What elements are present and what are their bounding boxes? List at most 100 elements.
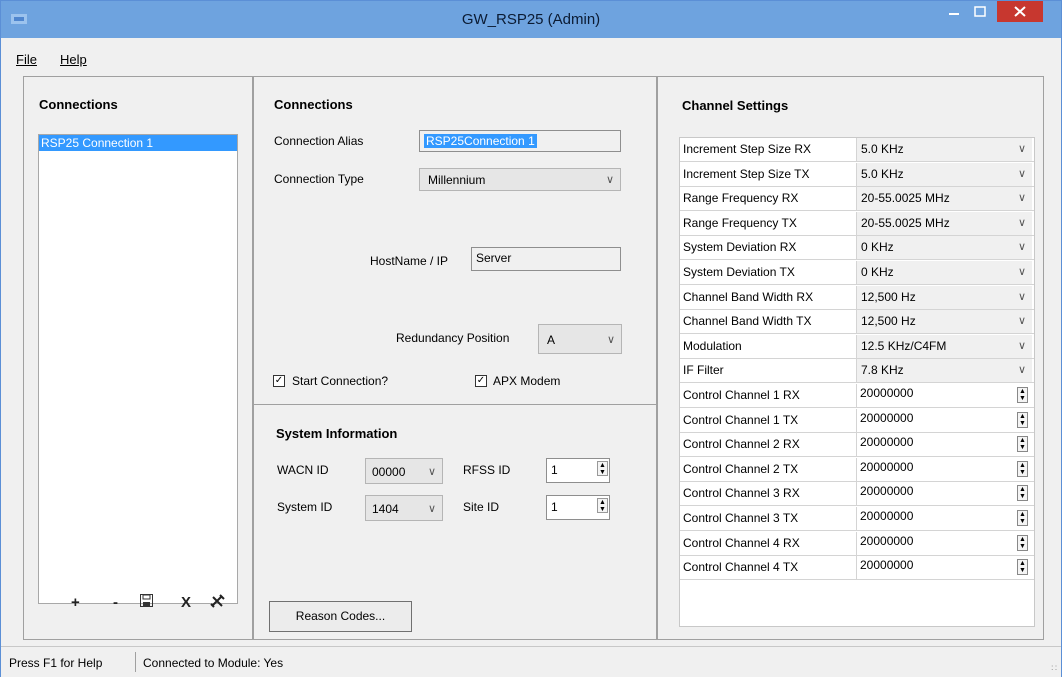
spinner-arrows-icon[interactable]: ▲ ▼: [1017, 485, 1028, 502]
setting-name: IF Filter: [683, 363, 724, 378]
connections-list-heading: Connections: [39, 97, 118, 112]
table-row: Control Channel 2 RX 20000000 ▲ ▼: [680, 433, 1034, 458]
setting-value-spinner[interactable]: 20000000 ▲ ▼: [857, 482, 1032, 506]
spinner-arrows-icon[interactable]: ▲ ▼: [1017, 387, 1028, 403]
connection-alias-field[interactable]: RSP25Connection 1: [419, 130, 621, 152]
system-id-select[interactable]: 1404 ∨: [365, 495, 443, 521]
close-button[interactable]: [997, 1, 1043, 22]
setting-value: 5.0 KHz: [861, 142, 904, 156]
connection-alias-value: RSP25Connection 1: [424, 134, 537, 148]
chevron-down-icon: ∨: [605, 174, 614, 186]
save-icon[interactable]: [140, 594, 153, 611]
connection-settings-heading: Connections: [274, 97, 353, 112]
table-row: Control Channel 3 RX 20000000 ▲ ▼: [680, 482, 1034, 507]
spinner-arrows-icon[interactable]: ▲ ▼: [1017, 534, 1028, 551]
rfss-id-spinner[interactable]: 1 ▲ ▼: [546, 458, 610, 483]
apx-modem-label: APX Modem: [493, 374, 561, 388]
table-row: Channel Band Width RX 12,500 Hz ∨: [680, 285, 1034, 310]
setting-value-select[interactable]: 0 KHz ∨: [857, 236, 1032, 260]
site-id-label: Site ID: [463, 500, 500, 514]
chevron-down-icon: ∨: [1017, 290, 1026, 303]
table-row: Control Channel 2 TX 20000000 ▲ ▼: [680, 457, 1034, 482]
menu-file[interactable]: File: [16, 52, 37, 67]
setting-value: 20000000: [860, 558, 914, 573]
setting-value-select[interactable]: 5.0 KHz ∨: [857, 162, 1032, 186]
maximize-button[interactable]: [967, 1, 993, 22]
wacn-id-select[interactable]: 00000 ∨: [365, 458, 443, 484]
setting-name: Increment Step Size RX: [683, 142, 812, 156]
menu-help[interactable]: Help: [60, 52, 87, 67]
tools-icon[interactable]: [210, 594, 225, 612]
title-bar[interactable]: GW_RSP25 (Admin): [1, 1, 1061, 38]
connection-type-select[interactable]: Millennium ∨: [419, 168, 621, 191]
setting-value-select[interactable]: 20-55.0025 MHz ∨: [857, 211, 1032, 235]
setting-value-select[interactable]: 5.0 KHz ∨: [857, 138, 1032, 161]
setting-value: 0 KHz: [861, 240, 894, 255]
setting-value-select[interactable]: 12.5 KHz/C4FM ∨: [857, 334, 1032, 358]
start-connection-checkbox[interactable]: ✓: [273, 375, 285, 387]
connection-alias-label: Connection Alias: [274, 134, 364, 148]
setting-name: Modulation: [683, 338, 742, 353]
resize-grip-icon[interactable]: ∷: [1051, 663, 1057, 674]
setting-value: 20000000: [860, 533, 914, 548]
minimize-button[interactable]: [941, 1, 967, 22]
setting-value-select[interactable]: 12,500 Hz ∨: [857, 310, 1032, 334]
setting-value: 12,500 Hz: [861, 314, 916, 329]
setting-value-spinner[interactable]: 20000000 ▲ ▼: [857, 384, 1032, 407]
connections-listbox[interactable]: RSP25 Connection 1: [38, 134, 238, 604]
setting-name: Control Channel 4 RX: [683, 535, 800, 550]
table-row: IF Filter 7.8 KHz ∨: [680, 359, 1034, 384]
setting-name: System Deviation TX: [683, 265, 795, 279]
reason-codes-button[interactable]: Reason Codes...: [269, 601, 412, 632]
chevron-down-icon: ∨: [1017, 364, 1026, 377]
setting-value: 0 KHz: [861, 265, 894, 279]
system-information-heading: System Information: [276, 426, 398, 441]
chevron-down-icon: ∨: [1017, 216, 1026, 229]
spinner-arrows-icon[interactable]: ▲ ▼: [1017, 411, 1028, 428]
setting-value-select[interactable]: 20-55.0025 MHz ∨: [857, 187, 1032, 211]
spinner-arrows-icon[interactable]: ▲ ▼: [1017, 510, 1028, 526]
setting-value-spinner[interactable]: 20000000 ▲ ▼: [857, 556, 1032, 580]
setting-value-spinner[interactable]: 20000000 ▲ ▼: [857, 433, 1032, 457]
spinner-arrows-icon[interactable]: ▲ ▼: [597, 498, 608, 513]
setting-value: 20-55.0025 MHz: [861, 215, 950, 230]
setting-value-spinner[interactable]: 20000000 ▲ ▼: [857, 408, 1032, 432]
site-id-spinner[interactable]: 1 ▲ ▼: [546, 495, 610, 520]
table-row: System Deviation RX 0 KHz ∨: [680, 236, 1034, 261]
setting-value-select[interactable]: 7.8 KHz ∨: [857, 359, 1032, 383]
setting-value-select[interactable]: 12,500 Hz ∨: [857, 285, 1032, 309]
spinner-arrows-icon[interactable]: ▲ ▼: [597, 461, 608, 476]
remove-connection-button[interactable]: -: [113, 594, 118, 611]
spinner-arrows-icon[interactable]: ▲ ▼: [1017, 460, 1028, 477]
rfss-id-value: 1: [551, 463, 558, 477]
setting-value: 20000000: [860, 484, 914, 499]
setting-value-select[interactable]: 0 KHz ∨: [857, 261, 1032, 284]
setting-name: Control Channel 2 RX: [683, 437, 800, 452]
wacn-id-value: 00000: [372, 465, 406, 479]
setting-value-spinner[interactable]: 20000000 ▲ ▼: [857, 507, 1032, 530]
hostname-field[interactable]: Server: [471, 247, 621, 271]
add-connection-button[interactable]: +: [71, 594, 80, 611]
chevron-down-icon: ∨: [427, 503, 436, 515]
apx-modem-checkbox[interactable]: ✓: [475, 375, 487, 387]
table-row: System Deviation TX 0 KHz ∨: [680, 261, 1034, 285]
setting-name: Range Frequency RX: [683, 191, 799, 206]
table-row: Control Channel 4 TX 20000000 ▲ ▼: [680, 556, 1034, 581]
setting-value: 20000000: [860, 509, 914, 523]
list-item[interactable]: RSP25 Connection 1: [39, 135, 237, 151]
window-title: GW_RSP25 (Admin): [461, 11, 601, 28]
setting-value: 20000000: [860, 459, 914, 474]
spinner-arrows-icon[interactable]: ▲ ▼: [1017, 559, 1028, 576]
delete-connection-button[interactable]: X: [181, 594, 191, 611]
setting-name: Control Channel 1 TX: [683, 412, 799, 427]
setting-value-spinner[interactable]: 20000000 ▲ ▼: [857, 457, 1032, 481]
setting-name: Control Channel 2 TX: [683, 461, 799, 476]
chevron-down-icon: ∨: [1017, 266, 1026, 278]
setting-value: 12,500 Hz: [861, 289, 916, 304]
channel-settings-heading: Channel Settings: [682, 98, 789, 113]
redundancy-position-select[interactable]: A ∨: [538, 324, 622, 354]
spinner-arrows-icon[interactable]: ▲ ▼: [1017, 436, 1028, 453]
table-row: Increment Step Size RX 5.0 KHz ∨: [680, 138, 1034, 162]
setting-value: 20000000: [860, 410, 914, 425]
setting-value-spinner[interactable]: 20000000 ▲ ▼: [857, 531, 1032, 555]
